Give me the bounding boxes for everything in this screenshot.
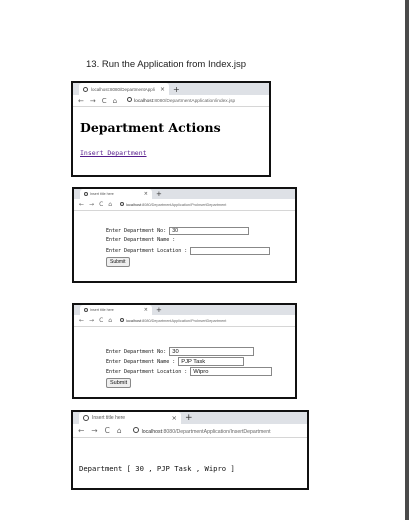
favicon-icon [83,86,88,92]
info-globe-icon [132,426,139,433]
browser-tab[interactable]: localhost:8080/DepartmentAppli × [79,83,169,95]
back-arrow-icon[interactable]: ← [79,317,84,324]
close-icon[interactable]: × [172,414,177,422]
close-icon[interactable]: × [144,191,148,197]
browser-tab[interactable]: Insert title here × [79,412,181,424]
browser-tab[interactable]: Insert title here × [80,189,152,199]
forward-arrow-icon[interactable]: → [89,201,94,208]
department-output-text: Department [ 30 , PJP Task , Wipro ] [79,464,235,473]
home-icon[interactable]: ⌂ [113,97,117,105]
browser-tab[interactable]: Insert title here × [80,305,152,315]
department-no-label: Enter Department No: [106,348,170,355]
nav-bar: ← → C ⌂ localhost:8080/DepartmentApplica… [73,424,307,438]
step-title: 13. Run the Application from Index.jsp [86,59,247,70]
plus-icon[interactable]: + [156,190,162,198]
reload-icon[interactable]: C [102,97,107,105]
department-location-label: Enter Department Location : [106,368,191,375]
tab-strip: Insert title here × + [74,189,295,199]
nav-bar: ← → C ⌂ localhost:8080/DepartmentApplica… [74,315,295,327]
favicon-icon [84,192,88,196]
tab-title: localhost:8080/DepartmentAppli [91,86,155,92]
tab-title: Insert title here [90,192,114,196]
department-name-input[interactable]: PJP Task [178,357,245,366]
screenshot-filled-form: Insert title here × + ← → C ⌂ localhost:… [72,303,297,399]
home-icon[interactable]: ⌂ [117,426,122,435]
close-icon[interactable]: × [144,307,148,313]
page-heading: Department Actions [80,120,221,135]
submit-button[interactable]: Submit [106,378,132,388]
nav-bar: ← → C ⌂ localhost:8080/DepartmentApplica… [74,199,295,211]
department-no-input[interactable]: 30 [169,347,255,356]
favicon-icon [84,308,88,312]
back-arrow-icon[interactable]: ← [78,97,84,105]
screenshot-result-page: Insert title here × + ← → C ⌂ localhost:… [71,410,309,490]
home-icon[interactable]: ⌂ [108,317,112,324]
department-name-label: Enter Department Name : [106,237,179,243]
department-name-label: Enter Department Name : [106,358,179,365]
reload-icon[interactable]: C [99,317,103,324]
reload-icon[interactable]: C [99,201,103,208]
address-bar[interactable]: localhost:8080/DepartmentApplication/Ins… [132,426,271,435]
back-arrow-icon[interactable]: ← [79,201,84,208]
forward-arrow-icon[interactable]: → [89,317,94,324]
close-icon[interactable]: × [160,86,165,93]
insert-department-link[interactable]: Insert Department [80,149,147,157]
submit-button[interactable]: Submit [106,257,130,267]
forward-arrow-icon[interactable]: → [90,97,96,105]
plus-icon[interactable]: + [185,413,193,423]
tab-strip: Insert title here × + [74,305,295,315]
address-bar[interactable]: localhost:8080/DepartmentApplication/ind… [127,97,235,104]
info-globe-icon [120,202,125,206]
tab-strip: Insert title here × + [73,412,307,424]
department-no-label: Enter Department No: [106,228,170,234]
back-arrow-icon[interactable]: ← [78,426,84,435]
info-globe-icon [127,97,133,102]
tab-title: Insert title here [90,308,114,312]
screenshot-empty-form: Insert title here × + ← → C ⌂ localhost:… [72,187,297,283]
plus-icon[interactable]: + [156,306,162,314]
home-icon[interactable]: ⌂ [108,201,112,208]
nav-bar: ← → C ⌂ localhost:8080/DepartmentApplica… [73,95,269,107]
tab-title: Insert title here [92,415,126,421]
screenshot-index-page: localhost:8080/DepartmentAppli × + ← → C… [71,81,271,177]
reload-icon[interactable]: C [105,426,110,435]
info-globe-icon [120,318,125,322]
page-edge-bar [405,0,409,520]
forward-arrow-icon[interactable]: → [91,426,97,435]
tab-strip: localhost:8080/DepartmentAppli × + [73,83,269,95]
department-location-input[interactable] [190,247,271,255]
department-location-label: Enter Department Location : [106,248,191,254]
plus-icon[interactable]: + [173,85,180,94]
address-bar[interactable]: localhost:8080/DepartmentApplication/Pro… [120,202,226,207]
favicon-icon [83,415,89,421]
address-bar[interactable]: localhost:8080/DepartmentApplication/Pro… [120,318,226,323]
department-no-input[interactable]: 30 [169,227,250,235]
department-location-input[interactable]: Wipro [190,367,273,376]
